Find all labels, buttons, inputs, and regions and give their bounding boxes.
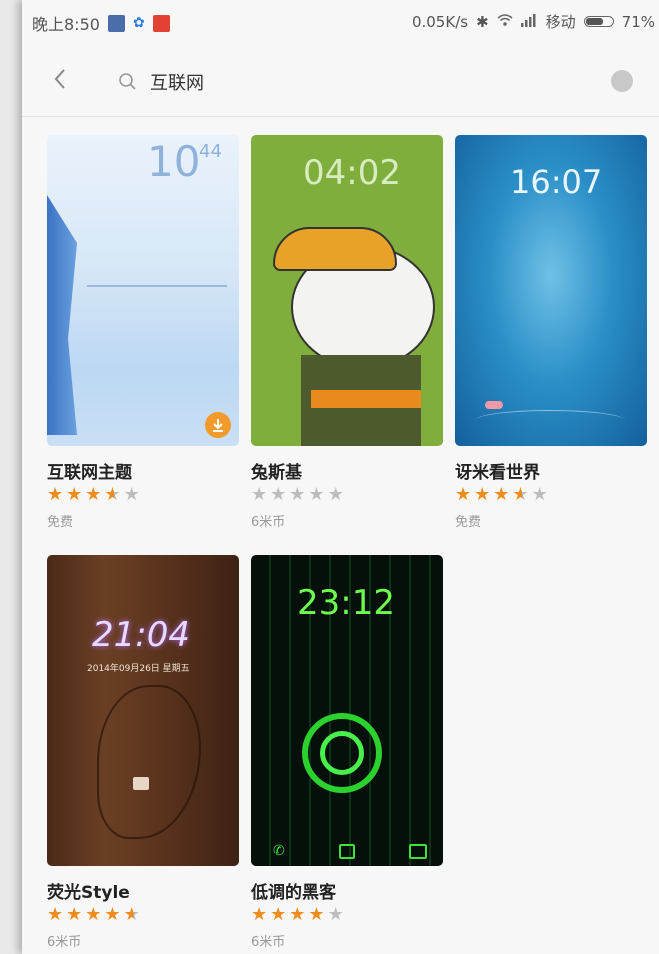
star-icon: ★	[455, 484, 475, 505]
clear-search-icon[interactable]	[611, 70, 633, 92]
theme-price: 免费	[455, 515, 482, 530]
header-divider	[22, 116, 659, 117]
status-time: 晚上8:50	[32, 15, 100, 34]
theme-card[interactable]: 04:02 兔斯基 ★★★★★ 6米币	[251, 135, 443, 530]
theme-price: 6米币	[47, 935, 82, 950]
theme-preview-image: 23:12 ✆	[251, 555, 443, 866]
star-icon: ★	[327, 904, 347, 925]
preview-clock-minutes: 44	[199, 141, 222, 162]
star-icon: ★	[104, 904, 124, 925]
star-icon: ★	[123, 904, 143, 925]
star-icon: ★	[531, 484, 551, 505]
lock-icon	[339, 844, 355, 859]
star-icon: ★	[251, 904, 271, 925]
theme-card[interactable]: 10 44 互联网主题 ★★★★★ 免费	[47, 135, 239, 530]
rating-stars: ★★★★★	[251, 905, 443, 925]
theme-name: 讶米看世界	[455, 463, 540, 483]
theme-card[interactable]: 16:07 讶米看世界 ★★★★★ 免费	[455, 135, 647, 530]
theme-preview-image: 04:02	[251, 135, 443, 446]
star-icon: ★	[104, 484, 124, 505]
theme-name: 兔斯基	[251, 463, 302, 483]
baidu-paw-icon: ✿	[132, 15, 145, 31]
star-icon: ★	[270, 904, 290, 925]
star-icon: ★	[47, 484, 67, 505]
phone-icon: ✆	[273, 843, 285, 859]
star-icon: ★	[289, 484, 309, 505]
rating-stars: ★★★★★	[47, 905, 239, 925]
star-icon: ★	[327, 484, 347, 505]
battery-percent: 71%	[621, 12, 655, 31]
theme-price: 6米币	[251, 935, 286, 950]
camera-icon	[409, 844, 427, 859]
download-icon[interactable]	[205, 412, 231, 438]
preview-clock: 23:12	[297, 583, 395, 623]
star-icon: ★	[66, 904, 86, 925]
theme-name: 互联网主题	[47, 463, 132, 483]
theme-preview-image: 21:04 2014年09月26日 星期五	[47, 555, 239, 866]
network-speed: 0.05K/s	[411, 12, 469, 31]
star-icon: ★	[493, 484, 513, 505]
search-input[interactable]: 互联网	[150, 69, 204, 95]
star-icon: ★	[270, 484, 290, 505]
preview-clock: 21:04	[92, 615, 190, 655]
preview-date: 2014年09月26日 星期五	[87, 664, 190, 674]
bluetooth-icon: ✱	[476, 12, 489, 31]
phone-screen: 晚上8:50 ✿ 0.05K/s ✱ 移动 71% 互联网 10 44 互联网主…	[22, 0, 659, 954]
star-icon: ★	[308, 484, 328, 505]
star-icon: ★	[512, 484, 532, 505]
star-icon: ★	[123, 484, 143, 505]
notification-red-app-icon	[152, 14, 170, 32]
theme-preview-image: 16:07	[455, 135, 647, 446]
theme-price: 免费	[47, 515, 74, 530]
theme-card[interactable]: 21:04 2014年09月26日 星期五 荧光Style ★★★★★ 6米币	[47, 555, 239, 950]
preview-clock: 16:07	[510, 163, 603, 201]
search-icon	[118, 72, 138, 96]
theme-price: 6米币	[251, 515, 286, 530]
theme-name: 荧光Style	[47, 883, 130, 903]
theme-preview-image: 10 44	[47, 135, 239, 446]
lock-icon	[133, 777, 149, 790]
back-button[interactable]	[48, 64, 74, 94]
status-bar: 晚上8:50 ✿ 0.05K/s ✱ 移动 71%	[22, 0, 659, 40]
theme-card[interactable]: 23:12 ✆ 低调的黑客 ★★★★★ 6米币	[251, 555, 443, 950]
battery-icon	[583, 16, 614, 27]
star-icon: ★	[289, 904, 309, 925]
star-icon: ★	[251, 484, 271, 505]
star-icon: ★	[85, 904, 105, 925]
star-icon: ★	[474, 484, 494, 505]
theme-name: 低调的黑客	[251, 883, 336, 903]
rating-stars: ★★★★★	[251, 485, 443, 505]
rating-stars: ★★★★★	[455, 485, 647, 505]
wifi-icon	[497, 13, 513, 31]
star-icon: ★	[47, 904, 67, 925]
notification-app-icon	[107, 14, 125, 32]
star-icon: ★	[308, 904, 328, 925]
preview-clock: 04:02	[303, 153, 401, 193]
chevron-left-icon	[54, 69, 65, 89]
star-icon: ★	[85, 484, 105, 505]
signal-icon	[520, 13, 538, 31]
carrier-name: 移动	[545, 13, 576, 31]
star-icon: ★	[66, 484, 86, 505]
preview-clock: 10	[147, 137, 201, 186]
search-header: 互联网	[22, 44, 659, 116]
rating-stars: ★★★★★	[47, 485, 239, 505]
